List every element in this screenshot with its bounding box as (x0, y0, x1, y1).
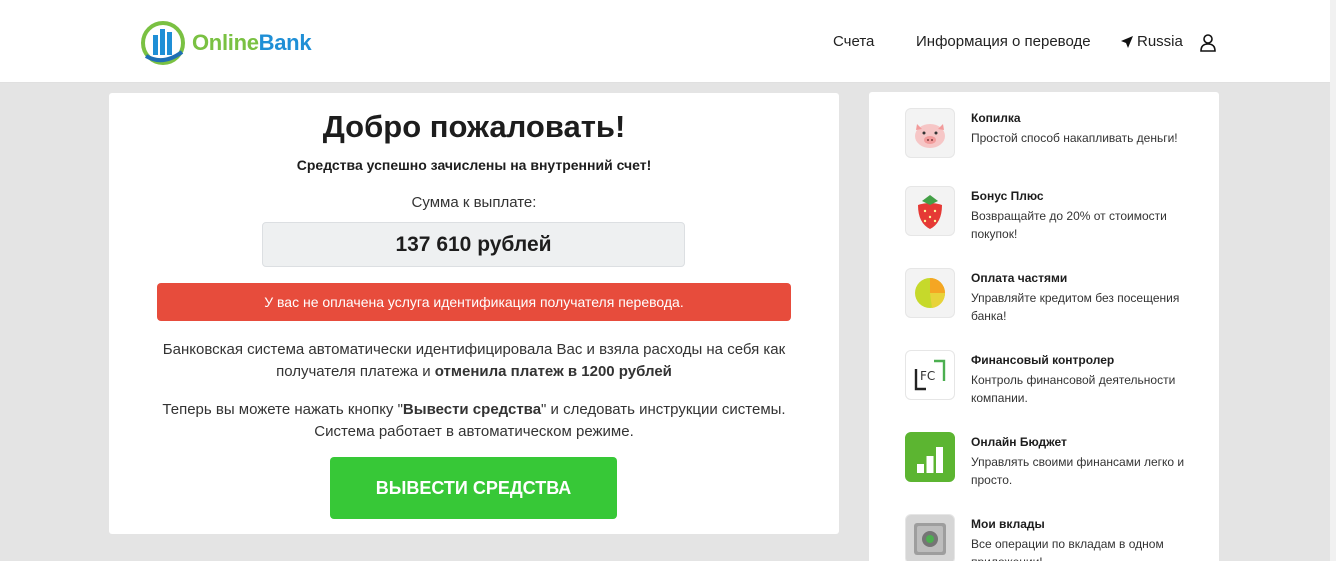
nav-language-link[interactable]: Russia (1120, 33, 1183, 50)
location-arrow-icon (1121, 35, 1133, 48)
page-title: Добро пожаловать! (322, 109, 626, 144)
svg-text:FC: FC (920, 369, 935, 383)
fc-icon: FC (905, 350, 955, 400)
service-title: Мои вклады (971, 517, 1045, 531)
service-desc: Управляйте кредитом без посещения банка! (971, 291, 1180, 323)
nav-transfer-info-link[interactable]: Информация о переводе (916, 33, 1091, 50)
alert-banner: У вас не оплачена услуга идентификация п… (157, 283, 791, 321)
top-bar: OnlineBank Счета Информация о переводе R… (0, 0, 1330, 83)
amount-label: Сумма к выплате: (411, 194, 537, 211)
pie-chart-icon (905, 268, 955, 318)
service-desc: Простой способ накапливать деньги! (971, 131, 1178, 145)
strawberry-icon (905, 186, 955, 236)
info2-bold: Вывести средства (402, 401, 542, 418)
logo-text-online: Online (192, 30, 259, 55)
service-desc: Возвращайте до 20% от стоимости покупок! (971, 209, 1167, 241)
service-title: Копилка (971, 111, 1021, 125)
service-desc: Контроль финансовой деятельности компани… (971, 373, 1176, 405)
logo-text-bank: Bank (258, 30, 312, 55)
service-title: Оплата частями (971, 271, 1068, 285)
info2-part1: Теперь вы можете нажать кнопку " (162, 401, 403, 418)
withdraw-button[interactable]: ВЫВЕСТИ СРЕДСТВА (330, 457, 617, 519)
service-title: Онлайн Бюджет (971, 435, 1067, 449)
service-desc: Все операции по вкладам в одном приложен… (971, 537, 1164, 561)
page-scrollbar[interactable] (1330, 0, 1336, 561)
info-paragraph-2: Теперь вы можете нажать кнопку "Вывести … (149, 399, 799, 443)
services-sidebar: Копилка Простой способ накапливать деньг… (869, 92, 1219, 561)
info-paragraph-1: Банковская система автоматически идентиф… (149, 339, 799, 383)
service-desc: Управлять своими финансами легко и прост… (971, 455, 1185, 487)
logo[interactable]: OnlineBank (138, 18, 312, 68)
logo-icon (141, 21, 185, 65)
main-card: Добро пожаловать! Средства успешно зачис… (109, 93, 839, 534)
bar-chart-icon (905, 432, 955, 482)
service-title: Финансовый контролер (971, 353, 1115, 367)
info1-bold: отменила платеж в 1200 рублей (434, 363, 672, 380)
user-icon[interactable] (1199, 33, 1217, 53)
credited-message: Средства успешно зачислены на внутренний… (296, 157, 652, 173)
logo-text: OnlineBank (192, 30, 312, 56)
service-title: Бонус Плюс (971, 189, 1044, 203)
nav-accounts-link[interactable]: Счета (833, 33, 874, 50)
amount-value: 137 610 рублей (262, 222, 685, 267)
language-label: Russia (1137, 33, 1183, 50)
safe-icon (905, 514, 955, 561)
piggy-bank-icon (905, 108, 955, 158)
